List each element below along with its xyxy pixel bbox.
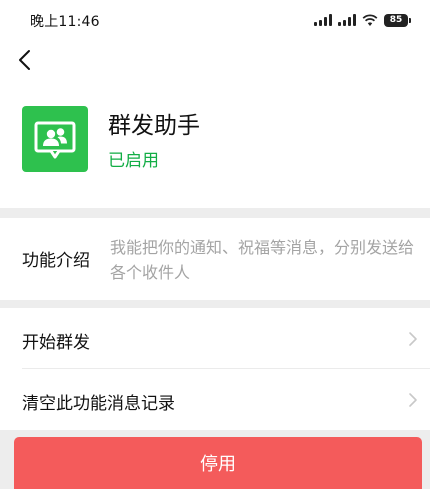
function-intro: 功能介绍 我能把你的通知、祝福等消息，分别发送给各个收件人 — [0, 218, 430, 300]
battery-icon: 85 — [384, 13, 411, 27]
app-status: 已启用 — [108, 151, 159, 171]
clear-history-item[interactable]: 清空此功能消息记录 — [0, 369, 430, 430]
back-button[interactable] — [14, 48, 38, 72]
chevron-left-icon — [19, 50, 30, 70]
menu-item-label: 开始群发 — [22, 333, 90, 353]
wifi-icon — [362, 14, 378, 26]
app-header: 群发助手 已启用 — [0, 42, 430, 208]
signal-2-icon — [338, 14, 356, 26]
chevron-right-icon — [409, 332, 417, 346]
intro-label: 功能介绍 — [22, 251, 90, 271]
status-icons: 85 — [314, 12, 411, 28]
signal-1-icon — [314, 14, 332, 26]
app-title: 群发助手 — [108, 113, 200, 139]
menu-list: 开始群发 清空此功能消息记录 — [0, 308, 430, 430]
app-icon — [22, 106, 88, 172]
start-broadcast-item[interactable]: 开始群发 — [0, 308, 430, 369]
chevron-right-icon — [409, 393, 417, 407]
app-detail-page: 晚上11:46 85 群发助手 已启用 功能介绍 我能把你的通知、祝福等消息，分… — [0, 0, 430, 489]
status-time: 晚上11:46 — [30, 14, 100, 30]
status-bar: 晚上11:46 85 — [0, 0, 430, 42]
menu-item-label: 清空此功能消息记录 — [22, 394, 175, 414]
disable-button[interactable]: 停用 — [14, 437, 422, 489]
group-message-icon — [34, 121, 76, 159]
intro-text: 我能把你的通知、祝福等消息，分别发送给各个收件人 — [110, 238, 415, 282]
